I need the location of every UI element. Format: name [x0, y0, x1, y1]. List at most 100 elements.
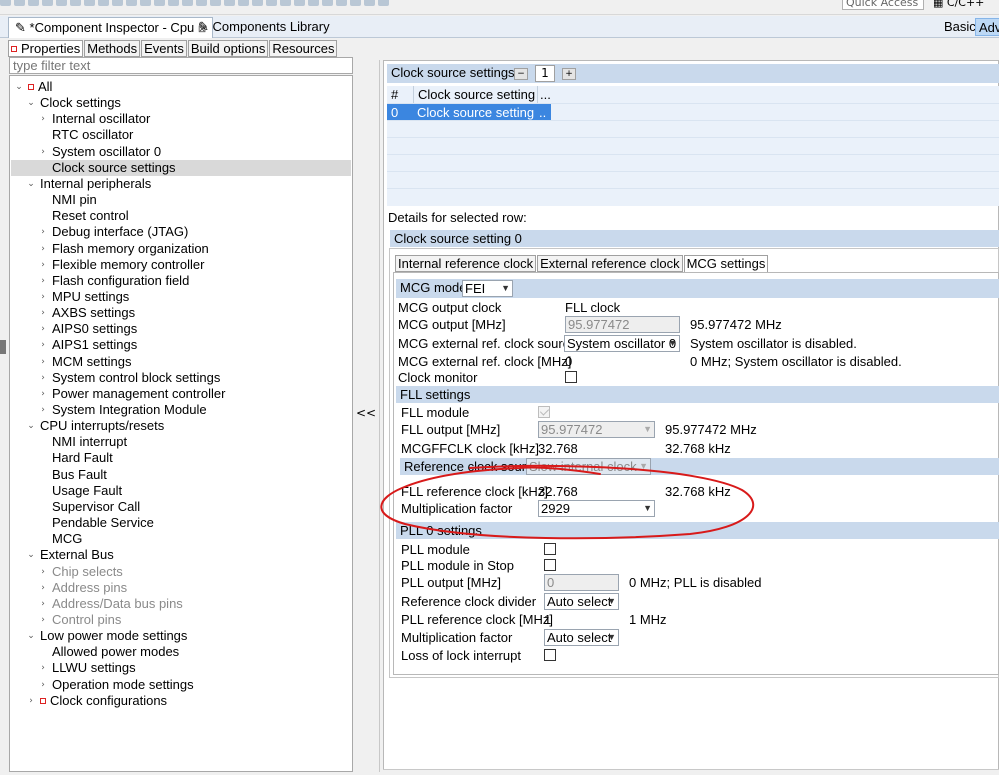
tree-item[interactable]: Power management controller [52, 386, 225, 402]
advanced-view-button[interactable]: Adv [975, 18, 999, 36]
tree-item[interactable]: AXBS settings [52, 305, 135, 321]
mcg-ext-ref-source-select[interactable]: System oscillator 0 ▼ [564, 335, 680, 352]
toolbar-icon[interactable] [196, 0, 207, 6]
chevron-right-icon[interactable]: › [38, 354, 48, 370]
chevron-right-icon[interactable]: › [38, 257, 48, 273]
row-count-field[interactable]: 1 [535, 65, 555, 82]
tree-item[interactable]: Bus Fault [52, 467, 107, 483]
reference-clock-divider-select[interactable]: Auto select ▼ [544, 593, 619, 610]
collapse-button[interactable]: << [354, 405, 378, 421]
toolbar-icon[interactable] [28, 0, 39, 6]
tree-item[interactable]: Allowed power modes [52, 644, 179, 660]
pll-multiplication-factor-select[interactable]: Auto select ▼ [544, 629, 619, 646]
tree-item[interactable]: Pendable Service [52, 515, 154, 531]
tree-item[interactable]: Reset control [52, 208, 129, 224]
perspective-cpp[interactable]: ▦ C/C++ [933, 0, 984, 9]
chevron-right-icon[interactable]: › [38, 370, 48, 386]
tree-item[interactable]: System oscillator 0 [52, 144, 161, 160]
tree-item[interactable]: Supervisor Call [52, 499, 140, 515]
toolbar-icon[interactable] [252, 0, 263, 6]
toolbar-icon[interactable] [0, 0, 11, 6]
chevron-down-icon[interactable]: ⌄ [26, 547, 36, 563]
chevron-down-icon[interactable]: ⌄ [14, 79, 24, 95]
fll-multiplication-factor-select[interactable]: 2929 ▼ [538, 500, 655, 517]
chevron-down-icon[interactable]: ⌄ [26, 176, 36, 192]
tree-item[interactable]: Flexible memory controller [52, 257, 204, 273]
chevron-right-icon[interactable]: › [38, 273, 48, 289]
chevron-down-icon[interactable]: ⌄ [26, 418, 36, 434]
tree-item[interactable]: AIPS0 settings [52, 321, 137, 337]
tree-item[interactable]: Hard Fault [52, 450, 113, 466]
tab-properties[interactable]: Properties [8, 40, 84, 57]
toolbar-icon[interactable] [98, 0, 109, 6]
toolbar-icon[interactable] [336, 0, 347, 6]
toolbar-icon[interactable] [112, 0, 123, 6]
remove-row-button[interactable]: − [514, 68, 528, 80]
toolbar-icon[interactable] [182, 0, 193, 6]
table-row[interactable]: 0 Clock source setting 0 .. [387, 103, 999, 121]
clock-monitor-checkbox[interactable] [565, 371, 577, 383]
tab-events[interactable]: Events [141, 40, 187, 57]
tree-item[interactable]: Clock settings [40, 95, 121, 111]
basic-view-button[interactable]: Basic [944, 18, 976, 36]
add-row-button[interactable]: + [562, 68, 576, 80]
tree-item[interactable]: External Bus [40, 547, 114, 563]
tree-item[interactable]: System control block settings [52, 370, 220, 386]
tree-item[interactable]: Address pins [52, 580, 127, 596]
loss-of-lock-interrupt-checkbox[interactable] [544, 649, 556, 661]
tab-mcg-settings[interactable]: MCG settings [683, 255, 769, 272]
chevron-right-icon[interactable]: › [38, 111, 48, 127]
quick-access-input[interactable]: Quick Access [842, 0, 924, 10]
tree-item[interactable]: Low power mode settings [40, 628, 187, 644]
chevron-right-icon[interactable]: › [38, 580, 48, 596]
tree-item[interactable]: Debug interface (JTAG) [52, 224, 188, 240]
chevron-right-icon[interactable]: › [38, 402, 48, 418]
tab-build-options[interactable]: Build options [187, 40, 269, 57]
tab-component-inspector[interactable]: ✎ *Component Inspector - Cpu ⊠ [8, 17, 214, 38]
tree-item[interactable]: Clock source settings [52, 160, 176, 176]
tree-item[interactable]: Internal peripherals [40, 176, 151, 192]
chevron-down-icon[interactable]: ⌄ [26, 628, 36, 644]
filter-input[interactable]: type filter text [9, 57, 353, 74]
tree-item[interactable]: Address/Data bus pins [52, 596, 183, 612]
row-extra[interactable]: .. [537, 104, 551, 121]
toolbar-icon[interactable] [210, 0, 221, 6]
tree-item[interactable]: Internal oscillator [52, 111, 150, 127]
toolbar-icon[interactable] [350, 0, 361, 6]
tree-item[interactable]: MCG [52, 531, 82, 547]
tree-item[interactable]: MCM settings [52, 354, 131, 370]
toolbar-icon[interactable] [378, 0, 389, 6]
toolbar-icon[interactable] [168, 0, 179, 6]
toolbar-icon[interactable] [294, 0, 305, 6]
tree-item[interactable]: MPU settings [52, 289, 129, 305]
mcg-mode-select[interactable]: FEI ▼ [462, 280, 513, 297]
chevron-right-icon[interactable]: › [38, 305, 48, 321]
toolbar-icon[interactable] [154, 0, 165, 6]
toolbar-icon[interactable] [308, 0, 319, 6]
toolbar-icon[interactable] [84, 0, 95, 6]
tree-item[interactable]: Usage Fault [52, 483, 122, 499]
tree-item[interactable]: CPU interrupts/resets [40, 418, 164, 434]
toolbar-icon[interactable] [238, 0, 249, 6]
toolbar-icon[interactable] [42, 0, 53, 6]
tab-external-reference-clock[interactable]: External reference clock [537, 255, 683, 272]
fll-module-checkbox[interactable] [538, 406, 550, 418]
toolbar-icon[interactable] [14, 0, 25, 6]
tab-components-library[interactable]: ✎ Components Library [192, 17, 336, 38]
tab-methods[interactable]: Methods [84, 40, 141, 57]
toolbar-icon[interactable] [70, 0, 81, 6]
chevron-right-icon[interactable]: › [38, 677, 48, 693]
tree-item[interactable]: RTC oscillator [52, 127, 133, 143]
tab-internal-reference-clock[interactable]: Internal reference clock [395, 255, 537, 272]
toolbar-icon[interactable] [364, 0, 375, 6]
toolbar-icon[interactable] [224, 0, 235, 6]
tree-item[interactable]: All [28, 79, 52, 95]
toolbar-icon[interactable] [56, 0, 67, 6]
chevron-down-icon[interactable]: ⌄ [26, 95, 36, 111]
chevron-right-icon[interactable]: › [38, 386, 48, 402]
tree-item[interactable]: System Integration Module [52, 402, 207, 418]
chevron-right-icon[interactable]: › [38, 337, 48, 353]
tree-item[interactable]: NMI interrupt [52, 434, 127, 450]
toolbar-icon[interactable] [126, 0, 137, 6]
chevron-right-icon[interactable]: › [38, 596, 48, 612]
